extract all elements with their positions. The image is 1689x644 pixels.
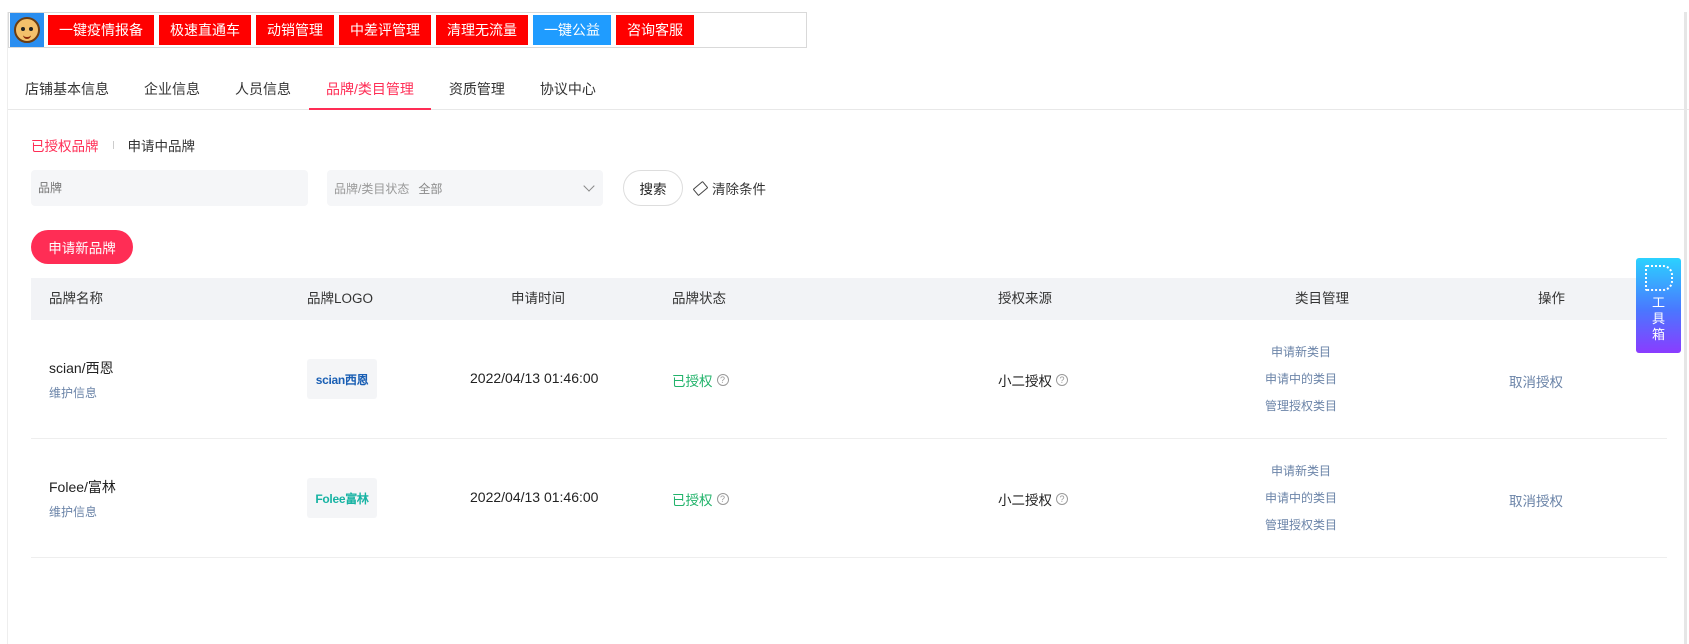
table-row: Folee/富林 维护信息 Folee富林 2022/04/13 01:46:0… bbox=[31, 439, 1667, 558]
header-auth-source: 授权来源 bbox=[998, 291, 1052, 306]
main-tabs: 店铺基本信息 企业信息 人员信息 品牌/类目管理 资质管理 协议中心 bbox=[8, 76, 1689, 110]
auth-source: 小二授权 ? bbox=[998, 370, 1068, 390]
status-select-label: 品牌/类目状态 bbox=[334, 181, 410, 196]
auth-source: 小二授权 ? bbox=[998, 489, 1068, 509]
subtab-applying[interactable]: 申请中品牌 bbox=[128, 135, 196, 155]
brand-status-text: 已授权 bbox=[672, 374, 713, 389]
plugin-toolbar: 一键疫情报备 极速直通车 动销管理 中差评管理 清理无流量 一键公益 咨询客服 bbox=[8, 12, 807, 48]
header-apply-time: 申请时间 bbox=[511, 291, 565, 306]
help-icon[interactable]: ? bbox=[1056, 493, 1068, 505]
plugin-avatar[interactable] bbox=[10, 13, 44, 47]
auth-source-text: 小二授权 bbox=[998, 374, 1052, 389]
subtab-divider bbox=[112, 141, 114, 149]
tab-qualification[interactable]: 资质管理 bbox=[432, 76, 522, 109]
table-row: scian/西恩 维护信息 scian西恩 2022/04/13 01:46:0… bbox=[31, 320, 1667, 439]
tab-company-info[interactable]: 企业信息 bbox=[127, 76, 217, 109]
brand-status: 已授权 ? bbox=[672, 489, 729, 509]
table-header: 品牌名称 品牌LOGO 申请时间 品牌状态 授权来源 类目管理 操作 bbox=[31, 278, 1667, 320]
status-select-value: 全部 bbox=[418, 181, 443, 196]
monkey-icon bbox=[14, 17, 40, 43]
category-links: 申请新类目 申请中的类目 管理授权类目 bbox=[1241, 339, 1361, 420]
apply-new-category-link[interactable]: 申请新类目 bbox=[1241, 458, 1361, 485]
applying-categories-link[interactable]: 申请中的类目 bbox=[1241, 366, 1361, 393]
tab-staff-info[interactable]: 人员信息 bbox=[218, 76, 308, 109]
applying-categories-link[interactable]: 申请中的类目 bbox=[1241, 485, 1361, 512]
clear-filters-button[interactable]: 清除条件 bbox=[692, 170, 766, 206]
brand-name: Folee/富林 bbox=[49, 479, 116, 495]
manage-authorized-categories-link[interactable]: 管理授权类目 bbox=[1241, 512, 1361, 539]
toolbar-button-charity[interactable]: 一键公益 bbox=[533, 15, 611, 45]
clear-filters-label: 清除条件 bbox=[712, 182, 766, 197]
brand-search-input[interactable] bbox=[31, 170, 308, 206]
category-links: 申请新类目 申请中的类目 管理授权类目 bbox=[1241, 458, 1361, 539]
search-button[interactable]: 搜索 bbox=[623, 170, 683, 206]
help-icon[interactable]: ? bbox=[716, 493, 729, 505]
apply-time: 2022/04/13 01:46:00 bbox=[470, 489, 599, 505]
cancel-auth-link[interactable]: 取消授权 bbox=[1509, 371, 1563, 391]
apply-time: 2022/04/13 01:46:00 bbox=[470, 370, 599, 386]
manage-authorized-categories-link[interactable]: 管理授权类目 bbox=[1241, 393, 1361, 420]
tab-agreement[interactable]: 协议中心 bbox=[523, 76, 613, 109]
toolbar-button-customer-service[interactable]: 咨询客服 bbox=[616, 15, 694, 45]
apply-new-category-link[interactable]: 申请新类目 bbox=[1241, 339, 1361, 366]
apply-new-brand-button[interactable]: 申请新品牌 bbox=[31, 230, 133, 264]
brand-logo-text: Folee富林 bbox=[315, 491, 369, 506]
header-brand-logo: 品牌LOGO bbox=[307, 291, 374, 306]
header-brand-name: 品牌名称 bbox=[49, 291, 103, 306]
toolbar-button-sales-mgmt[interactable]: 动销管理 bbox=[256, 15, 334, 45]
brand-subtabs: 已授权品牌 申请中品牌 bbox=[31, 135, 195, 155]
brand-logo-text: scian西恩 bbox=[315, 372, 369, 387]
chevron-down-icon bbox=[583, 180, 595, 192]
toolbar-button-review-mgmt[interactable]: 中差评管理 bbox=[339, 15, 431, 45]
toolbar-button-epidemic-report[interactable]: 一键疫情报备 bbox=[48, 15, 154, 45]
status-select[interactable]: 品牌/类目状态 全部 bbox=[327, 170, 603, 206]
brand-status: 已授权 ? bbox=[672, 370, 729, 390]
tab-brand-category[interactable]: 品牌/类目管理 bbox=[309, 76, 431, 110]
tab-store-info[interactable]: 店铺基本信息 bbox=[8, 76, 126, 109]
brand-logo: scian西恩 bbox=[307, 359, 377, 399]
header-category-mgmt: 类目管理 bbox=[1295, 291, 1349, 306]
brand-table: 品牌名称 品牌LOGO 申请时间 品牌状态 授权来源 类目管理 操作 scian… bbox=[31, 278, 1667, 558]
toolbox-label: 工具箱 bbox=[1651, 295, 1665, 342]
help-icon[interactable]: ? bbox=[1056, 374, 1068, 386]
maintain-info-link[interactable]: 维护信息 bbox=[49, 384, 97, 401]
toolbox-icon bbox=[1644, 265, 1673, 291]
cancel-auth-link[interactable]: 取消授权 bbox=[1509, 490, 1563, 510]
toolbox-float-button[interactable]: 工具箱 bbox=[1636, 258, 1681, 353]
header-brand-status: 品牌状态 bbox=[672, 291, 726, 306]
toolbar-button-clean-no-traffic[interactable]: 清理无流量 bbox=[436, 15, 528, 45]
header-actions: 操作 bbox=[1538, 291, 1565, 306]
subtab-authorized[interactable]: 已授权品牌 bbox=[31, 135, 99, 155]
brand-logo: Folee富林 bbox=[307, 478, 377, 518]
help-icon[interactable]: ? bbox=[716, 374, 729, 386]
brand-name: scian/西恩 bbox=[49, 360, 114, 376]
toolbar-button-express-train[interactable]: 极速直通车 bbox=[159, 15, 251, 45]
eraser-icon bbox=[692, 180, 709, 196]
auth-source-text: 小二授权 bbox=[998, 493, 1052, 508]
maintain-info-link[interactable]: 维护信息 bbox=[49, 503, 97, 520]
brand-status-text: 已授权 bbox=[672, 493, 713, 508]
